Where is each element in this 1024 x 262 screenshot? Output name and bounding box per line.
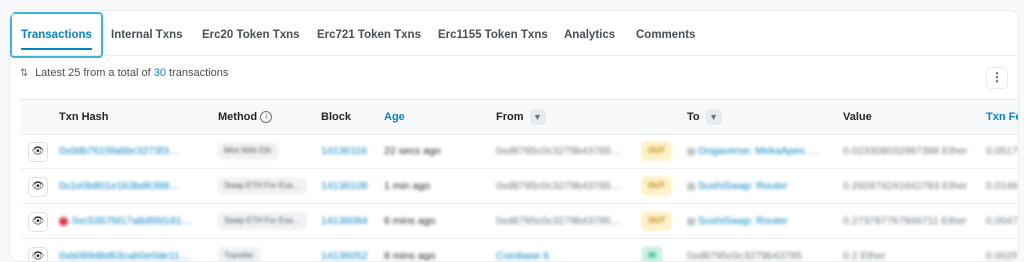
table-row: 👁 0x1e0b801e1b3bd6398… Swap ETH For Exa…… [20, 169, 1019, 204]
direction-badge-label: OUT [642, 177, 671, 196]
tab-erc721-token-txns[interactable]: Erc721 Token Txns [317, 11, 421, 55]
header-to-label: To [687, 111, 700, 123]
method-badge: Swap ETH For Exa… [218, 204, 313, 238]
direction-badge-label: OUT [642, 212, 671, 231]
contract-icon: ▤ [687, 181, 696, 191]
txn-fee-text: 0.0025 [986, 250, 1019, 262]
txn-hash-label: 0xc5357fd17a8d5fd181… [72, 215, 193, 227]
age-text: 1 min ago [384, 180, 431, 192]
method-badge: Swap ETH For Exa… [218, 169, 313, 203]
age-text: 22 secs ago [384, 145, 441, 157]
header-txn-hash: Txn Hash [59, 111, 109, 123]
tab-transactions[interactable]: Transactions [10, 12, 103, 58]
to-address-link[interactable]: ▤ SushiSwap: Router [687, 204, 827, 238]
header-from-label: From [496, 111, 524, 123]
method-badge: Mint With Eth [218, 134, 313, 168]
age-text: 8 mins ago [384, 250, 436, 262]
eye-icon[interactable]: 👁 [28, 142, 48, 162]
header-method: Method i [218, 100, 273, 134]
tab-erc1155-token-txns[interactable]: Erc1155 Token Txns [438, 11, 548, 55]
error-icon [59, 216, 68, 226]
summary-prefix: Latest 25 from a total of [35, 67, 151, 79]
sort-icon[interactable]: ⇅ [20, 68, 32, 79]
tab-transactions-label: Transactions [21, 29, 92, 41]
block-link[interactable]: 14136084 [321, 204, 368, 238]
direction-badge: OUT [642, 134, 671, 168]
block-link[interactable]: 14136108 [321, 169, 368, 203]
value-text: 0.2 Ether [843, 250, 886, 262]
from-address[interactable]: Coinbase 6 [496, 239, 626, 261]
method-badge-label: Swap ETH For Exa… [218, 213, 307, 230]
method-badge-label: Swap ETH For Exa… [218, 178, 307, 195]
age-text: 6 mins ago [384, 215, 436, 227]
from-address[interactable]: 0xd8795c0c3279b43785… [496, 169, 626, 203]
from-address[interactable]: 0xd8795c0c3279b43785… [496, 204, 626, 238]
direction-badge: OUT [642, 204, 671, 238]
header-from: From ▼ [496, 100, 546, 134]
transactions-summary: ⇅ Latest 25 from a total of 30 transacti… [20, 67, 228, 79]
header-method-label: Method [218, 111, 258, 123]
txn-hash-link[interactable]: 0x1e0b801e1b3bd6398… [59, 169, 209, 203]
header-age-toggle[interactable]: Age [384, 100, 405, 134]
transactions-card: Transactions Internal Txns Erc20 Token T… [9, 10, 1019, 262]
to-address-label: SushiSwap: Router [697, 180, 788, 192]
txn-fee-text: 0.0517 [986, 145, 1019, 157]
direction-badge-label: OUT [642, 142, 671, 161]
direction-badge: OUT [642, 169, 671, 203]
value-text: 0.273787767946711 Ether [843, 215, 967, 227]
block-link[interactable]: 14136116 [321, 134, 367, 168]
active-tab-underline [21, 48, 92, 50]
eye-icon[interactable]: 👁 [28, 212, 48, 232]
contract-icon: ▤ [687, 216, 696, 226]
header-txn-fee-toggle[interactable]: Txn Fee [986, 100, 1018, 134]
to-address-text[interactable]: 0xd8795c0c3279b43785 [687, 239, 827, 261]
summary-count-link[interactable]: 30 [154, 67, 166, 79]
header-to: To ▼ [687, 100, 722, 134]
more-options-icon[interactable]: ⋮ [986, 67, 1008, 89]
value-text: 0.292874241642783 Ether [843, 180, 968, 192]
tab-bar: Transactions Internal Txns Erc20 Token T… [10, 11, 1018, 58]
tab-internal-txns[interactable]: Internal Txns [111, 11, 183, 55]
method-badge-label: Mint With Eth [218, 143, 278, 160]
summary-suffix: transactions [169, 67, 229, 79]
tab-erc20-token-txns[interactable]: Erc20 Token Txns [202, 11, 300, 55]
txn-hash-link[interactable]: 0x0db7615fa6bc3273f3… [59, 134, 209, 168]
txn-hash-link[interactable]: 0xb089d8d63cab0e0de11… [59, 239, 209, 261]
table-header: Txn Hash Method i Block Age From ▼ To ▼ Val… [20, 99, 1018, 135]
to-address-link[interactable]: ▤ SushiSwap: Router [687, 169, 827, 203]
direction-badge: IN [642, 239, 662, 261]
table-row: 👁 0xc5357fd17a8d5fd181… Swap ETH For Exa… [20, 204, 1019, 239]
txn-hash-link[interactable]: 0xc5357fd17a8d5fd181… [59, 204, 209, 238]
table-row: 👁 0x0db7615fa6bc3273f3… Mint With Eth 14… [20, 134, 1019, 169]
to-address-label: Oogaverse: MekaApes … [697, 145, 819, 157]
from-address[interactable]: 0xd8795c0c3279b43785… [496, 134, 626, 168]
info-icon[interactable]: i [260, 111, 273, 124]
txn-fee-text: 0.0146 [986, 180, 1019, 192]
to-address-link[interactable]: ▤ Oogaverse: MekaApes … [687, 134, 827, 168]
to-address-label: SushiSwap: Router [697, 215, 788, 227]
txn-fee-text: 0.0047 [986, 215, 1019, 227]
header-value: Value [843, 111, 872, 123]
eye-icon[interactable]: 👁 [28, 177, 48, 197]
header-block: Block [321, 111, 351, 123]
method-badge: Transfer [218, 239, 313, 261]
tab-comments[interactable]: Comments [636, 11, 695, 55]
tab-analytics[interactable]: Analytics [564, 11, 615, 55]
value-text: 0.023308032997396 Ether [843, 145, 968, 157]
from-filter-icon[interactable]: ▼ [529, 109, 546, 126]
block-link[interactable]: 14136052 [321, 239, 368, 261]
contract-icon: ▤ [687, 146, 696, 156]
table-row: 👁 0xb089d8d63cab0e0de11… Transfer 141360… [20, 239, 1019, 262]
to-filter-icon[interactable]: ▼ [705, 109, 722, 126]
